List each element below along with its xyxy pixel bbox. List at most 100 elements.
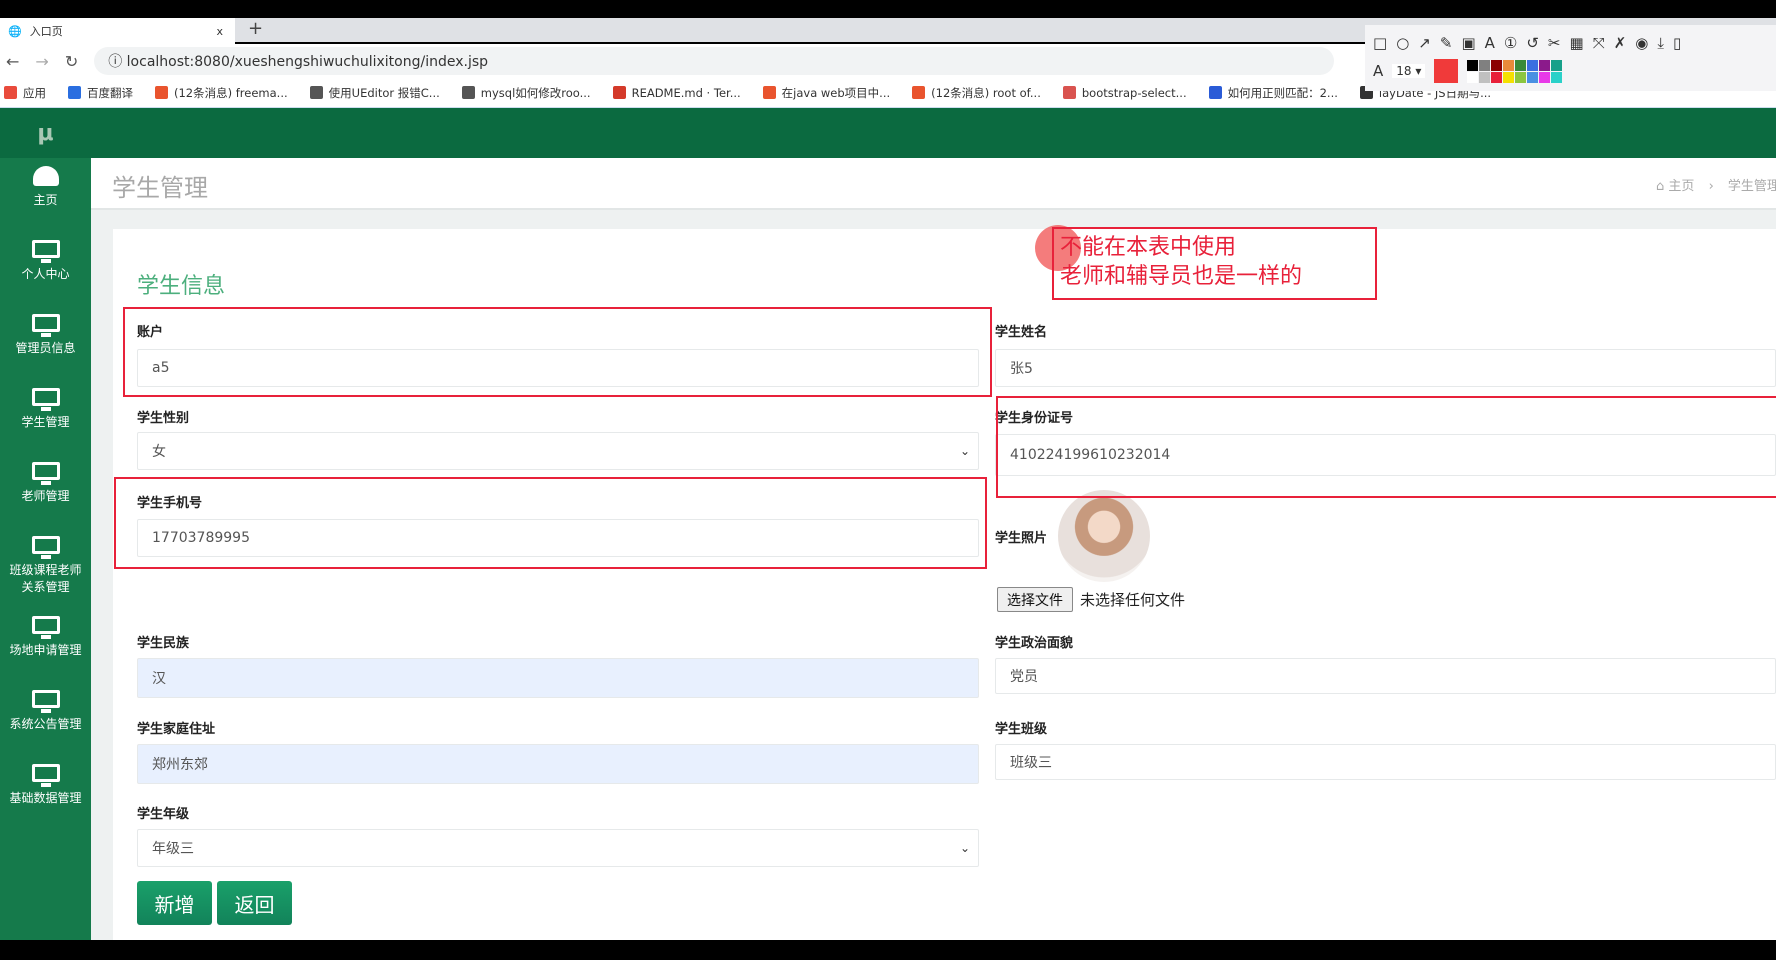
new-tab-button[interactable]: + — [248, 18, 263, 39]
sidebar-item[interactable]: 主页 — [0, 158, 91, 232]
grade-label: 学生年级 — [137, 807, 190, 822]
annotation-tool-icon[interactable]: ↺ — [1526, 34, 1539, 52]
url-input[interactable]: ⓘ localhost:8080/xueshengshiwuchulixiton… — [94, 47, 1335, 75]
annotation-tool-icon[interactable]: ✂ — [1548, 34, 1561, 52]
bottom-black-bar — [0, 940, 1776, 960]
bookmark-item[interactable]: 在java web项目中... — [762, 85, 891, 101]
annotation-tool-icon[interactable]: ○ — [1396, 34, 1409, 52]
url-text: localhost:8080/xueshengshiwuchulixitong/… — [126, 54, 489, 70]
sidebar-item[interactable]: 学生管理 — [0, 380, 91, 454]
monitor-icon — [31, 314, 60, 337]
sidebar-item[interactable]: 个人中心 — [0, 232, 91, 306]
reload-icon[interactable]: ↻ — [65, 52, 78, 71]
palette-swatch[interactable] — [1503, 59, 1515, 71]
name-input[interactable]: 张5 — [995, 349, 1776, 387]
content-header — [91, 158, 1776, 210]
monitor-icon — [31, 240, 60, 263]
breadcrumb-home[interactable]: 主页 — [1668, 179, 1694, 194]
bookmark-item[interactable]: 使用UEditor 报错C... — [309, 85, 440, 101]
annotation-tool-icon[interactable]: A — [1485, 34, 1495, 52]
bookmark-item[interactable]: README.md · Ter... — [612, 86, 741, 100]
sidebar-item[interactable]: 管理员信息 — [0, 306, 91, 380]
annotation-text-box[interactable]: 不能在本表中使用 老师和辅导员也是一样的 — [1052, 227, 1377, 300]
palette-swatch[interactable] — [1491, 71, 1503, 83]
bookmark-label: 百度翻译 — [87, 85, 133, 100]
annotation-box-account — [123, 307, 992, 397]
annotation-tool-icon[interactable]: ① — [1504, 34, 1517, 52]
bookmark-icon — [68, 86, 81, 99]
palette-swatch[interactable] — [1527, 71, 1539, 83]
choose-file-button[interactable]: 选择文件 — [997, 587, 1073, 612]
annotation-tool-icon[interactable]: ↗ — [1418, 34, 1431, 52]
font-size-select[interactable]: 18 ▾ — [1392, 64, 1426, 78]
browser-tab[interactable]: 🌐 入口页 x — [0, 18, 235, 44]
palette-swatch[interactable] — [1551, 71, 1563, 83]
annotation-line-2: 老师和辅导员也是一样的 — [1060, 264, 1303, 289]
sidebar-item[interactable]: 基础数据管理 — [0, 756, 91, 830]
palette-swatch[interactable] — [1479, 59, 1491, 71]
bookmark-item[interactable]: 百度翻译 — [68, 85, 133, 101]
palette-swatch[interactable] — [1539, 71, 1551, 83]
file-status: 未选择任何文件 — [1080, 591, 1186, 609]
palette-swatch[interactable] — [1551, 59, 1563, 71]
palette-swatch[interactable] — [1503, 71, 1515, 83]
annotation-tool-icon[interactable]: ⤧ — [1593, 34, 1605, 52]
forward-icon[interactable]: → — [35, 52, 48, 71]
add-button[interactable]: 新增 — [137, 881, 212, 925]
sidebar-item[interactable]: 系统公告管理 — [0, 682, 91, 756]
annotation-line-1: 不能在本表中使用 — [1060, 235, 1237, 260]
bookmark-item[interactable]: (12条消息) root of... — [912, 85, 1041, 101]
palette-swatch[interactable] — [1515, 71, 1527, 83]
monitor-icon — [31, 536, 60, 559]
palette-swatch[interactable] — [1515, 59, 1527, 71]
bookmark-item[interactable]: mysql如何修改roo... — [461, 85, 591, 101]
palette-swatch[interactable] — [1491, 59, 1503, 71]
gender-select[interactable]: 女 ⌄ — [137, 432, 979, 470]
back-icon[interactable]: ← — [6, 52, 19, 71]
annotation-tool-icon[interactable]: ▣ — [1461, 34, 1475, 52]
politics-label: 学生政治面貌 — [995, 636, 1074, 651]
annotation-tool-icon[interactable]: ▦ — [1570, 34, 1584, 52]
bookmark-icon — [762, 86, 776, 99]
bookmark-icon — [1062, 86, 1076, 99]
bookmark-item[interactable]: 应用 — [4, 85, 46, 101]
ethnicity-input[interactable]: 汉 — [137, 658, 979, 698]
sidebar-item-label: 基础数据管理 — [9, 791, 82, 805]
palette-swatch[interactable] — [1467, 71, 1479, 83]
sidebar: 主页 个人中心管理员信息学生管理 老师管理 班级课程老师 关系管理 场地申请管理 系统公告… — [0, 158, 91, 940]
sidebar-item[interactable]: 老师管理 — [0, 454, 91, 528]
chevron-down-icon: ⌄ — [959, 841, 970, 855]
sidebar-item[interactable]: 场地申请管理 — [0, 608, 91, 682]
politics-input[interactable]: 党员 — [995, 658, 1776, 694]
back-button[interactable]: 返回 — [217, 881, 292, 925]
palette-swatch[interactable] — [1467, 59, 1479, 71]
bookmark-label: 在java web项目中... — [781, 85, 891, 100]
annotation-box-phone — [114, 477, 987, 569]
breadcrumb-separator: › — [1708, 179, 1714, 194]
annotation-tool-icon[interactable]: ⤓ — [1657, 34, 1664, 52]
bookmark-item[interactable]: (12条消息) freema... — [155, 85, 288, 101]
bookmark-label: mysql如何修改roo... — [480, 85, 591, 100]
sidebar-item-label: 管理员信息 — [15, 341, 76, 355]
page-title: 学生管理 — [112, 174, 208, 202]
close-tab-icon[interactable]: x — [216, 25, 223, 38]
monitor-icon — [31, 616, 60, 639]
monitor-icon — [31, 764, 60, 787]
address-input[interactable]: 郑州东郊 — [137, 744, 979, 784]
annotation-tool-icon[interactable]: ▯ — [1673, 34, 1681, 52]
palette-swatch[interactable] — [1479, 71, 1491, 83]
bookmark-item[interactable]: bootstrap-select... — [1062, 86, 1187, 100]
app-header — [0, 108, 1776, 158]
palette-swatch[interactable] — [1539, 59, 1551, 71]
bookmark-icon — [1208, 86, 1222, 99]
bookmark-item[interactable]: 如何用正则匹配：2... — [1208, 85, 1338, 101]
sidebar-item[interactable]: 班级课程老师 关系管理 — [0, 528, 91, 608]
class-input[interactable]: 班级三 — [995, 744, 1776, 780]
palette-swatch[interactable] — [1527, 59, 1539, 71]
grade-select[interactable]: 年级三 ⌄ — [137, 829, 979, 867]
annotation-tool-icon[interactable]: ◉ — [1635, 34, 1648, 52]
annotation-tool-icon[interactable]: ✎ — [1440, 34, 1453, 52]
annotation-tool-icon[interactable]: □ — [1373, 34, 1387, 52]
current-color-swatch[interactable] — [1434, 59, 1459, 83]
annotation-tool-icon[interactable]: ✗ — [1614, 34, 1627, 52]
